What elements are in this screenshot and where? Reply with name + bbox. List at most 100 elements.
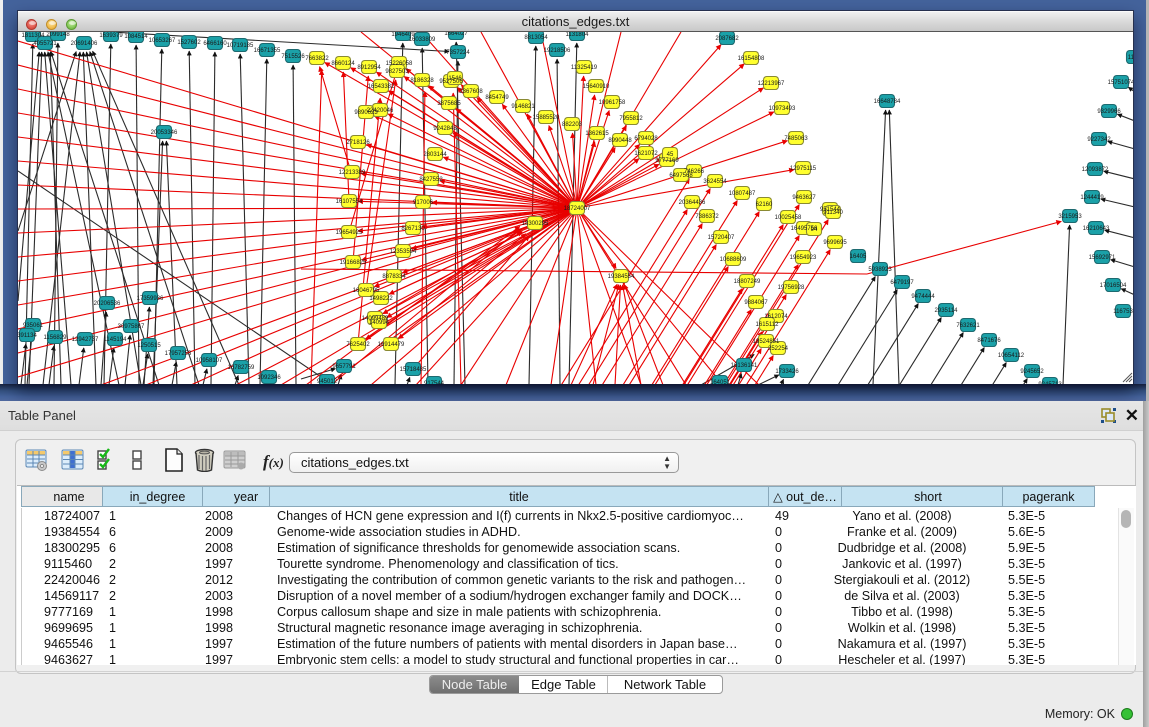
svg-text:9890623: 9890623 [354, 110, 378, 116]
svg-text:20206536: 20206536 [94, 301, 121, 307]
svg-text:2935114: 2935114 [935, 308, 959, 314]
svg-text:1546: 1546 [448, 76, 462, 82]
svg-text:1084514: 1084514 [124, 34, 148, 40]
svg-text:6794028: 6794028 [634, 136, 658, 142]
svg-text:8990448: 8990448 [608, 138, 632, 144]
svg-text:7632621: 7632621 [956, 323, 980, 329]
svg-text:20691406: 20691406 [71, 41, 98, 47]
svg-text:9777169: 9777169 [655, 158, 679, 164]
svg-text:9827503: 9827503 [385, 69, 409, 75]
svg-text:9329966: 9329966 [1097, 109, 1121, 115]
svg-text:10654112: 10654112 [998, 353, 1025, 359]
svg-text:935061: 935061 [23, 323, 44, 329]
svg-text:164051: 164051 [710, 380, 731, 384]
svg-text:12942737: 12942737 [72, 337, 99, 343]
svg-text:16136141: 16136141 [731, 363, 758, 369]
svg-text:1498222: 1498222 [369, 296, 393, 302]
svg-text:3624554: 3624554 [703, 179, 727, 185]
svg-text:10807487: 10807487 [729, 191, 756, 197]
svg-text:2718126: 2718126 [346, 140, 370, 146]
svg-text:9474444: 9474444 [911, 294, 935, 300]
svg-text:9146821: 9146821 [511, 104, 535, 110]
svg-text:15751074: 15751074 [1108, 80, 1133, 86]
svg-text:16543382: 16543382 [368, 84, 395, 90]
svg-text:882203: 882203 [562, 122, 583, 128]
svg-text:19218506: 19218506 [544, 48, 571, 54]
svg-text:9657791: 9657791 [332, 364, 356, 370]
svg-text:2087682: 2087682 [715, 36, 739, 42]
svg-text:9245713: 9245713 [1038, 382, 1062, 384]
svg-text:20053346: 20053346 [151, 130, 178, 136]
svg-text:16782759: 16782759 [228, 365, 255, 371]
svg-text:17957253: 17957253 [165, 351, 192, 357]
svg-text:15640910: 15640910 [583, 84, 610, 90]
svg-text:7515526: 7515526 [281, 54, 305, 60]
svg-text:12975115: 12975115 [790, 166, 817, 172]
svg-text:19756928: 19756928 [778, 285, 805, 291]
svg-text:116753: 116753 [1113, 309, 1133, 315]
svg-text:15692971: 15692971 [1089, 255, 1116, 261]
svg-text:18524851: 18524851 [753, 339, 780, 345]
svg-text:17359936: 17359936 [137, 296, 164, 302]
svg-text:16648784: 16648784 [874, 99, 901, 105]
svg-text:1362615: 1362615 [585, 131, 609, 137]
svg-text:16210643: 16210643 [1083, 226, 1110, 232]
svg-text:1092346: 1092346 [257, 375, 281, 381]
svg-text:1117: 1117 [1128, 55, 1133, 61]
svg-text:12353594: 12353594 [390, 249, 417, 255]
svg-text:8454749: 8454749 [485, 95, 509, 101]
svg-text:12093872: 12093872 [1082, 167, 1109, 173]
svg-text:12213389: 12213389 [339, 170, 366, 176]
svg-text:9227342: 9227342 [1087, 137, 1111, 143]
svg-text:15885520: 15885520 [533, 115, 560, 121]
svg-text:18807249: 18807249 [734, 279, 761, 285]
svg-text:10961758: 10961758 [599, 100, 626, 106]
svg-text:12213967: 12213967 [758, 81, 785, 87]
svg-text:11325419: 11325419 [571, 65, 598, 71]
svg-text:8878334: 8878334 [382, 274, 406, 280]
svg-text:8427552: 8427552 [419, 177, 443, 183]
svg-text:4055721: 4055721 [33, 41, 57, 47]
svg-text:7663822: 7663822 [305, 56, 329, 62]
svg-text:391134: 391134 [18, 333, 37, 339]
svg-text:945012: 945012 [317, 379, 338, 384]
svg-text:16033809: 16033809 [409, 37, 436, 43]
svg-text:10688609: 10688609 [720, 257, 747, 263]
svg-text:252254: 252254 [768, 346, 789, 352]
svg-text:19654925: 19654925 [336, 230, 363, 236]
svg-text:5938923: 5938923 [868, 267, 892, 273]
svg-text:8912954: 8912954 [357, 65, 381, 71]
svg-text:2099148: 2099148 [46, 32, 70, 38]
svg-text:10973493: 10973493 [769, 106, 796, 112]
svg-text:94: 94 [811, 227, 818, 233]
svg-text:62160: 62160 [756, 202, 773, 208]
svg-text:3215953: 3215953 [1058, 214, 1082, 220]
svg-text:19166825: 19166825 [340, 260, 367, 266]
svg-text:8660124: 8660124 [331, 61, 355, 67]
svg-text:8813054: 8813054 [524, 35, 548, 41]
svg-text:1664027: 1664027 [444, 32, 468, 37]
svg-text:7386372: 7386372 [695, 214, 719, 220]
svg-text:1250515: 1250515 [137, 343, 161, 349]
svg-text:2803144: 2803144 [423, 152, 447, 158]
svg-text:140994: 140994 [369, 320, 390, 326]
svg-text:1131804: 1131804 [566, 32, 590, 38]
svg-text:19384554: 19384554 [608, 274, 635, 280]
svg-text:911340: 911340 [823, 210, 843, 216]
svg-text:8471676: 8471676 [977, 338, 1001, 344]
svg-text:9699695: 9699695 [823, 240, 847, 246]
svg-text:3875685: 3875685 [437, 101, 461, 107]
svg-text:15720407: 15720407 [708, 235, 735, 241]
svg-text:917006: 917006 [413, 200, 434, 206]
svg-text:6479197: 6479197 [890, 280, 914, 286]
svg-text:16671355: 16671355 [254, 48, 281, 54]
svg-text:1527602: 1527602 [177, 40, 201, 46]
svg-text:7357224: 7357224 [446, 50, 470, 56]
svg-text:9884067: 9884067 [744, 300, 768, 306]
svg-text:6466160: 6466160 [203, 41, 227, 47]
svg-text:15226058: 15226058 [386, 61, 413, 67]
svg-text:17016504: 17016504 [1100, 283, 1127, 289]
svg-text:6497568: 6497568 [669, 173, 693, 179]
svg-text:19654923: 19654923 [790, 255, 817, 261]
svg-text:1733426: 1733426 [775, 369, 799, 375]
